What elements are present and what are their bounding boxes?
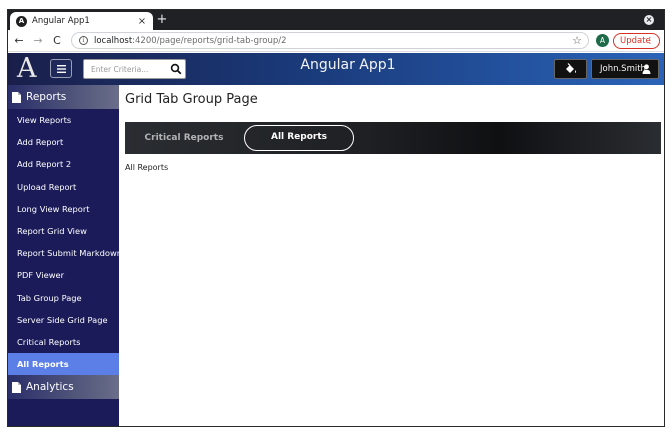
- forward-arrow-icon[interactable]: →: [30, 33, 46, 49]
- menu-dots-icon: ⋮: [645, 36, 655, 46]
- sidebar-items: View Reports Add Report Add Report 2 Upload…: [8, 109, 122, 376]
- reload-icon[interactable]: C: [49, 33, 65, 49]
- back-arrow-icon[interactable]: ←: [11, 33, 27, 49]
- user-menu-button[interactable]: John.Smith: [591, 59, 659, 79]
- app-logo[interactable]: A: [17, 54, 37, 84]
- sidebar-item[interactable]: Report Grid View: [8, 220, 119, 242]
- browser-tab[interactable]: A Angular App1 ×: [10, 12, 153, 30]
- url-host: localhost: [94, 35, 133, 46]
- angular-favicon-icon: A: [16, 15, 27, 27]
- user-name: John.Smith: [600, 64, 646, 74]
- new-tab-button[interactable]: +: [154, 12, 170, 28]
- window-close-icon[interactable]: ×: [644, 15, 654, 25]
- update-button[interactable]: Update ⋮: [613, 33, 660, 49]
- sidebar-item[interactable]: Critical Reports: [8, 331, 119, 353]
- tab-close-icon[interactable]: ×: [137, 16, 147, 27]
- hamburger-icon: [56, 65, 66, 73]
- tab-content-text: All Reports: [125, 163, 169, 172]
- search-box: [83, 59, 186, 79]
- app-header: A Angular App1 John.Smith: [8, 53, 664, 85]
- address-bar[interactable]: i localhost:4200/page/reports/grid-tab-g…: [71, 32, 589, 49]
- sidebar-item[interactable]: All Reports: [8, 353, 119, 376]
- page-title: Grid Tab Group Page: [125, 92, 258, 107]
- paint-bucket-icon: [566, 63, 576, 73]
- url-path: :4200/page/reports/grid-tab-group/2: [132, 35, 287, 46]
- sidebar-item[interactable]: Long View Report: [8, 198, 119, 220]
- search-icon[interactable]: [170, 63, 182, 75]
- sidebar-item[interactable]: Report Submit Markdown: [8, 242, 122, 264]
- sidebar-item[interactable]: Tab Group Page: [8, 287, 119, 309]
- browser-tab-title: Angular App1: [32, 16, 90, 26]
- app-title: Angular App1: [300, 57, 396, 73]
- sidebar-item[interactable]: PDF Viewer: [8, 264, 119, 286]
- user-icon: [642, 64, 651, 74]
- search-input[interactable]: [84, 60, 168, 78]
- sidebar-item[interactable]: Add Report 2: [8, 153, 119, 175]
- sidebar-item[interactable]: Upload Report: [8, 176, 119, 198]
- document-icon: [12, 381, 21, 393]
- sidebar-item[interactable]: View Reports: [8, 109, 119, 131]
- menu-toggle-button[interactable]: [50, 59, 72, 78]
- browser-tab-strip: A Angular App1 × + ×: [8, 10, 664, 30]
- browser-window: A Angular App1 × + × ← → C i localhost:4…: [7, 9, 665, 427]
- sidebar-item[interactable]: Server Side Grid Page: [8, 309, 119, 331]
- sidebar-section-label: Reports: [26, 91, 67, 103]
- main-content: Grid Tab Group Page Critical Reports All…: [119, 85, 664, 426]
- sidebar: Reports View Reports Add Report Add Report…: [8, 85, 122, 426]
- site-info-icon[interactable]: i: [79, 36, 88, 45]
- sidebar-item[interactable]: Add Report: [8, 131, 119, 153]
- bookmark-star-icon[interactable]: ☆: [572, 34, 582, 47]
- sidebar-section-label: Analytics: [26, 381, 74, 394]
- sidebar-section-analytics[interactable]: Analytics: [8, 375, 119, 400]
- document-icon: [12, 91, 21, 103]
- theme-button[interactable]: [554, 59, 587, 79]
- tab-all-reports[interactable]: All Reports: [244, 125, 354, 151]
- sidebar-section-reports[interactable]: Reports: [8, 85, 119, 109]
- tab-group: Critical Reports All Reports: [125, 122, 661, 154]
- profile-avatar[interactable]: A: [596, 34, 609, 47]
- tab-critical-reports[interactable]: Critical Reports: [135, 125, 233, 151]
- browser-toolbar: ← → C i localhost:4200/page/reports/grid…: [8, 30, 664, 52]
